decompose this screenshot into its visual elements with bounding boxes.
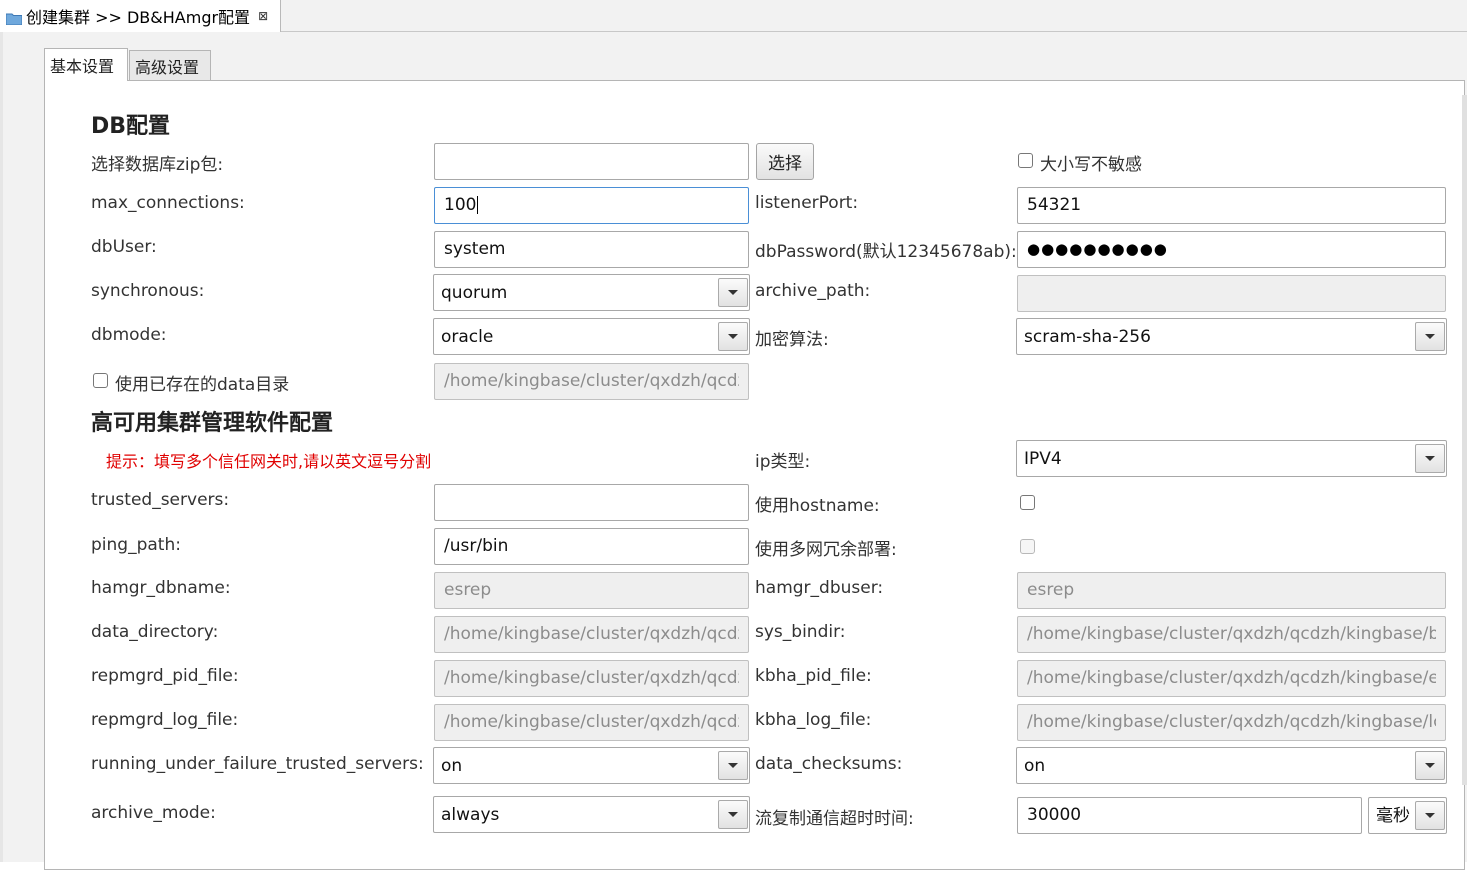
archive-mode-label: archive_mode: bbox=[91, 803, 216, 823]
ping-path-label: ping_path: bbox=[91, 535, 181, 555]
multi-net-label: 使用多网冗余部署: bbox=[755, 540, 897, 560]
hamgr-dbuser-input: esrep bbox=[1017, 572, 1446, 609]
tab-strip bbox=[281, 0, 1467, 32]
repmgrd-pid-input: /home/kingbase/cluster/qxdzh/qcdz bbox=[434, 660, 749, 697]
repmgrd-log-input: /home/kingbase/cluster/qxdzh/qcdz bbox=[434, 704, 749, 741]
sys-bindir-label: sys_bindir: bbox=[755, 622, 846, 642]
text-caret bbox=[477, 196, 479, 214]
tab-basic-settings[interactable]: 基本设置 bbox=[44, 48, 128, 81]
synchronous-select[interactable]: quorum bbox=[433, 274, 750, 311]
case-insensitive-checkbox[interactable] bbox=[1018, 153, 1033, 168]
stream-timeout-label: 流复制通信超时时间: bbox=[755, 809, 914, 829]
chevron-down-icon[interactable] bbox=[1415, 801, 1445, 830]
encryption-label: 加密算法: bbox=[755, 330, 829, 350]
db-user-label: dbUser: bbox=[91, 237, 157, 257]
hamgr-dbname-label: hamgr_dbname: bbox=[91, 578, 231, 598]
running-under-failure-label: running_under_failure_trusted_servers: bbox=[91, 754, 424, 774]
archive-path-label: archive_path: bbox=[755, 281, 871, 301]
chevron-down-icon[interactable] bbox=[718, 751, 748, 780]
chevron-down-icon[interactable] bbox=[1415, 322, 1445, 351]
stream-timeout-input[interactable]: 30000 bbox=[1017, 797, 1362, 834]
trusted-servers-label: trusted_servers: bbox=[91, 490, 230, 510]
choose-button[interactable]: 选择 bbox=[756, 143, 814, 180]
dbmode-select[interactable]: oracle bbox=[433, 318, 750, 355]
trusted-servers-input[interactable] bbox=[434, 484, 749, 521]
listener-port-label: listenerPort: bbox=[755, 193, 859, 213]
kbha-log-input: /home/kingbase/cluster/qxdzh/qcdzh/kingb… bbox=[1017, 704, 1446, 741]
dbmode-label: dbmode: bbox=[91, 325, 167, 345]
zip-label: 选择数据库zip包: bbox=[91, 155, 224, 175]
data-checksums-label: data_checksums: bbox=[755, 754, 903, 774]
multi-net-checkbox bbox=[1020, 539, 1035, 554]
data-directory-label: data_directory: bbox=[91, 622, 219, 642]
use-hostname-label: 使用hostname: bbox=[755, 496, 880, 516]
sys-bindir-input: /home/kingbase/cluster/qxdzh/qcdzh/kingb… bbox=[1017, 616, 1446, 653]
kbha-pid-label: kbha_pid_file: bbox=[755, 666, 872, 686]
archive-mode-select[interactable]: always bbox=[433, 796, 750, 833]
ha-section-title: 高可用集群管理软件配置 bbox=[91, 411, 334, 436]
zip-path-input[interactable] bbox=[434, 143, 749, 180]
encryption-select[interactable]: scram-sha-256 bbox=[1016, 318, 1447, 355]
hamgr-dbname-input: esrep bbox=[434, 572, 749, 609]
chevron-down-icon[interactable] bbox=[718, 800, 748, 829]
archive-path-input bbox=[1017, 275, 1446, 312]
chevron-down-icon[interactable] bbox=[1415, 444, 1445, 473]
db-section-title: DB配置 bbox=[91, 114, 171, 139]
close-icon[interactable]: ⊠ bbox=[258, 9, 268, 23]
use-existing-data-label: 使用已存在的data目录 bbox=[115, 375, 290, 395]
max-connections-input[interactable]: 100 bbox=[434, 187, 749, 224]
data-checksums-select[interactable]: on bbox=[1016, 747, 1447, 784]
ping-path-input[interactable]: /usr/bin bbox=[434, 528, 749, 565]
listener-port-input[interactable]: 54321 bbox=[1017, 187, 1446, 224]
use-existing-data-checkbox[interactable] bbox=[93, 373, 108, 388]
hamgr-dbuser-label: hamgr_dbuser: bbox=[755, 578, 884, 598]
use-hostname-checkbox[interactable] bbox=[1020, 495, 1035, 510]
ip-type-label: ip类型: bbox=[755, 452, 811, 472]
kbha-pid-input: /home/kingbase/cluster/qxdzh/qcdzh/kingb… bbox=[1017, 660, 1446, 697]
chevron-down-icon[interactable] bbox=[718, 278, 748, 307]
hint-text: 提示：填写多个信任网关时,请以英文逗号分割 bbox=[106, 452, 432, 471]
data-directory-input: /home/kingbase/cluster/qxdzh/qcdz bbox=[434, 616, 749, 653]
case-insensitive-label: 大小写不敏感 bbox=[1040, 155, 1142, 175]
repmgrd-log-label: repmgrd_log_file: bbox=[91, 710, 239, 730]
repmgrd-pid-label: repmgrd_pid_file: bbox=[91, 666, 239, 686]
synchronous-label: synchronous: bbox=[91, 281, 205, 301]
db-user-input[interactable]: system bbox=[434, 231, 749, 268]
kbha-log-label: kbha_log_file: bbox=[755, 710, 872, 730]
tab-advanced-settings[interactable]: 高级设置 bbox=[129, 50, 211, 80]
ip-type-select[interactable]: IPV4 bbox=[1016, 440, 1447, 477]
folder-icon bbox=[5, 10, 23, 25]
vertical-scrollbar[interactable] bbox=[1462, 95, 1467, 785]
editor-tab[interactable]: 创建集群 >> DB&HAmgr配置 ⊠ bbox=[0, 0, 281, 32]
db-password-input[interactable]: ●●●●●●●●●● bbox=[1017, 231, 1446, 268]
existing-data-path-input: /home/kingbase/cluster/qxdzh/qcdz bbox=[434, 363, 749, 400]
chevron-down-icon[interactable] bbox=[1415, 751, 1445, 780]
max-connections-label: max_connections: bbox=[91, 193, 245, 213]
timeout-unit-select[interactable]: 毫秒 bbox=[1368, 797, 1447, 834]
running-under-failure-select[interactable]: on bbox=[433, 747, 750, 784]
editor-tab-title: 创建集群 >> DB&HAmgr配置 bbox=[26, 8, 251, 27]
chevron-down-icon[interactable] bbox=[718, 322, 748, 351]
db-password-label: dbPassword(默认12345678ab): bbox=[755, 242, 1017, 262]
